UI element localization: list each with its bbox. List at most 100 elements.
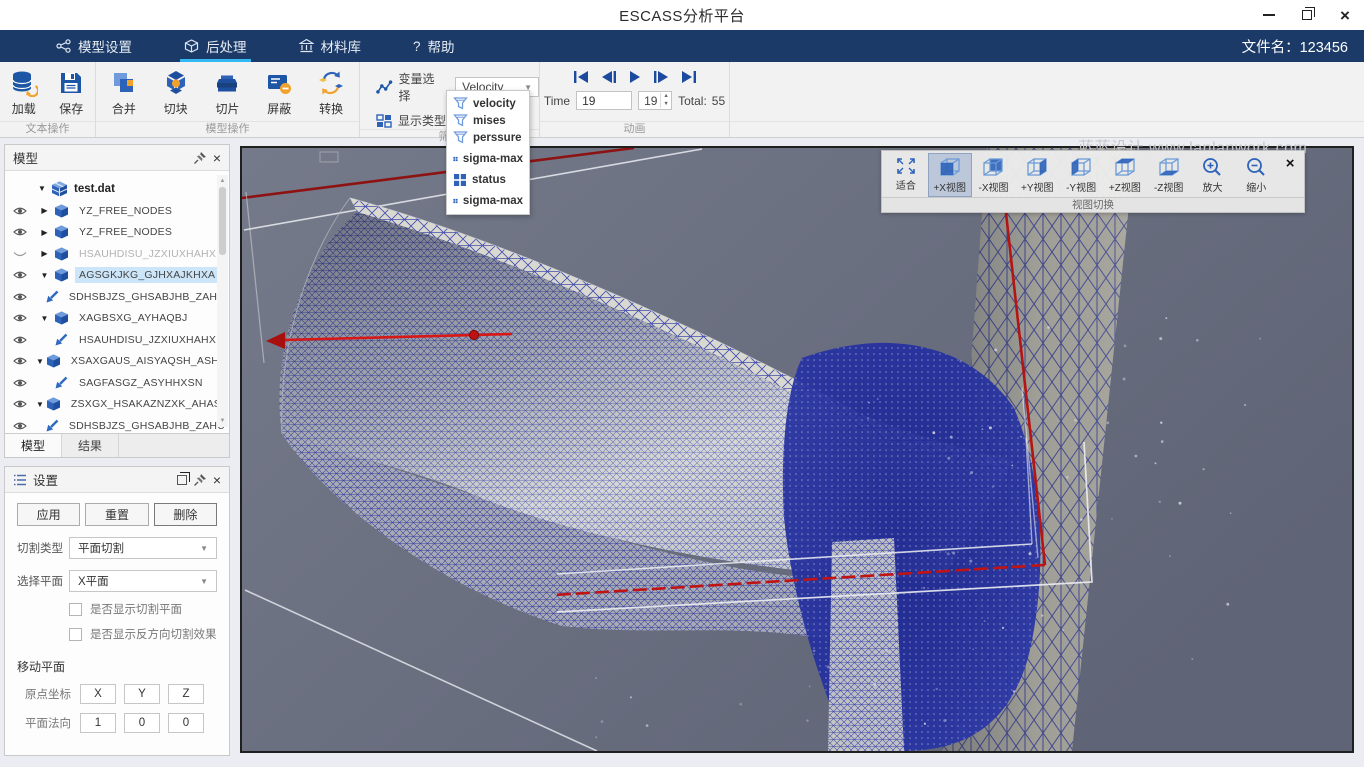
delete-button[interactable]: 删除	[154, 503, 217, 526]
mask-button[interactable]: 屏蔽	[255, 69, 303, 117]
view-minus-x-button[interactable]: -X视图	[972, 153, 1016, 197]
model-panel-close-button[interactable]: ×	[213, 151, 221, 165]
expander-icon[interactable]: ▼	[38, 314, 51, 323]
tree-item[interactable]: ▶ YZ_FREE_NODES	[5, 200, 229, 222]
tree-item-label[interactable]: AGSGKJKG_GJHXAJKHXA	[75, 267, 219, 283]
tree-item-label[interactable]: HSAUHDISU_JZXIUXHAHX	[75, 332, 220, 348]
view-plus-x-button[interactable]: +X视图	[928, 153, 972, 197]
eye-icon[interactable]	[13, 227, 29, 237]
dropdown-option-sigma-max-2[interactable]: sigma-max	[447, 192, 529, 210]
zoom-out-button[interactable]: 缩小	[1234, 153, 1278, 197]
pin-button[interactable]	[193, 473, 207, 487]
first-frame-button[interactable]	[573, 70, 589, 84]
last-frame-button[interactable]	[681, 70, 697, 84]
restore-button[interactable]	[1296, 4, 1318, 26]
show-reverse-cut-checkbox-row[interactable]: 是否显示反方向切割效果	[69, 626, 221, 642]
tree-item-label[interactable]: XSAXGAUS_AISYAQSH_ASHX	[67, 353, 229, 369]
tree-root-label[interactable]: test.dat	[74, 183, 115, 195]
menu-item-material-library[interactable]: 材料库	[273, 30, 388, 62]
zoom-in-button[interactable]: 放大	[1191, 153, 1235, 197]
convert-button[interactable]: 转换	[307, 69, 355, 117]
origin-z-input[interactable]	[168, 684, 204, 704]
dropdown-option-sigma-max[interactable]: sigma-max	[447, 150, 529, 168]
frame-spinner[interactable]: 19 ▲ ▼	[638, 91, 672, 110]
view-toolbar-close-button[interactable]: ×	[1278, 153, 1302, 197]
previous-frame-button[interactable]	[601, 70, 617, 84]
viewport-3d[interactable]	[240, 146, 1354, 753]
view-fit-button[interactable]: 适合	[884, 153, 928, 197]
normal-z-input[interactable]	[168, 713, 204, 733]
tree-item[interactable]: SDHSBJZS_GHSABJHB_ZAHU	[5, 415, 229, 433]
select-plane-select[interactable]: X平面 ▼	[69, 570, 217, 592]
cut-type-select[interactable]: 平面切割 ▼	[69, 537, 217, 559]
save-button[interactable]: 保存	[48, 69, 96, 117]
load-button[interactable]: 加载	[0, 69, 48, 117]
eye-icon[interactable]	[13, 206, 29, 216]
expander-icon[interactable]: ▶	[38, 249, 51, 258]
spinner-up-icon[interactable]: ▲	[663, 93, 668, 101]
menu-item-model-settings[interactable]: 模型设置	[30, 30, 158, 62]
expander-icon[interactable]: ▶	[38, 206, 51, 215]
play-button[interactable]	[629, 70, 641, 84]
tree-item[interactable]: ▶ YZ_FREE_NODES	[5, 222, 229, 244]
merge-button[interactable]: 合并	[100, 69, 148, 117]
spinner-down-icon[interactable]: ▼	[663, 101, 668, 109]
tree-item[interactable]: ▼ XAGBSXG_AYHAQBJ	[5, 308, 229, 330]
checkbox[interactable]	[69, 628, 82, 641]
eye-icon[interactable]	[13, 335, 29, 345]
tree-item-label[interactable]: SDHSBJZS_GHSABJHB_ZAHU	[65, 418, 229, 433]
time-input[interactable]	[576, 91, 632, 110]
minimize-button[interactable]	[1258, 4, 1280, 26]
tree-item-label[interactable]: XAGBSXG_AYHAQBJ	[75, 310, 191, 326]
tree-item-label[interactable]: SDHSBJZS_GHSABJHB_ZAHU	[65, 289, 229, 305]
dropdown-option-perssure[interactable]: perssure	[447, 129, 529, 146]
tree-item[interactable]: ▼ XSAXGAUS_AISYAQSH_ASHX	[5, 351, 229, 373]
view-minus-y-button[interactable]: -Y视图	[1059, 153, 1103, 197]
checkbox[interactable]	[69, 603, 82, 616]
apply-button[interactable]: 应用	[17, 503, 80, 526]
restore-panel-button[interactable]	[177, 475, 187, 485]
eye-icon[interactable]	[13, 421, 27, 431]
tree-item[interactable]: HSAUHDISU_JZXIUXHAHX	[5, 329, 229, 351]
eye-closed-icon[interactable]	[13, 249, 29, 259]
origin-x-input[interactable]	[80, 684, 116, 704]
settings-panel-close-button[interactable]: ×	[213, 473, 221, 487]
tab-results[interactable]: 结果	[62, 434, 119, 457]
eye-icon[interactable]	[13, 292, 27, 302]
dropdown-option-velocity[interactable]: velocity	[447, 95, 529, 112]
view-plus-z-button[interactable]: +Z视图	[1103, 153, 1147, 197]
eye-icon[interactable]	[13, 270, 29, 280]
normal-y-input[interactable]	[124, 713, 160, 733]
cut-block-button[interactable]: 切块	[152, 69, 200, 117]
tree-root[interactable]: ▼ test.dat	[5, 177, 229, 200]
next-frame-button[interactable]	[653, 70, 669, 84]
eye-icon[interactable]	[13, 399, 27, 409]
view-minus-z-button[interactable]: -Z视图	[1147, 153, 1191, 197]
close-button[interactable]: ×	[1334, 4, 1356, 26]
expander-icon[interactable]: ▼	[38, 271, 51, 280]
eye-icon[interactable]	[13, 378, 29, 388]
slice-button[interactable]: 切片	[203, 69, 251, 117]
show-cut-plane-checkbox-row[interactable]: 是否显示切割平面	[69, 601, 221, 617]
pin-button[interactable]	[193, 151, 207, 165]
display-type-label[interactable]: 显示类型	[398, 112, 446, 129]
menu-item-post-processing[interactable]: 后处理	[158, 30, 273, 62]
dropdown-option-mises[interactable]: mises	[447, 112, 529, 129]
tree-item[interactable]: ▶ HSAUHDISU_JZXIUXHAHX	[5, 243, 229, 265]
tree-item[interactable]: SDHSBJZS_GHSABJHB_ZAHU	[5, 286, 229, 308]
scrollbar-thumb[interactable]	[219, 187, 226, 255]
eye-icon[interactable]	[13, 313, 29, 323]
tree-item-label[interactable]: SAGFASGZ_ASYHHXSN	[75, 375, 207, 391]
dropdown-option-status[interactable]: status	[447, 171, 529, 189]
expander-icon[interactable]: ▼	[36, 400, 44, 409]
tab-model[interactable]: 模型	[5, 434, 62, 457]
tree-item[interactable]: SAGFASGZ_ASYHHXSN	[5, 372, 229, 394]
scroll-down-icon[interactable]: ▼	[220, 415, 226, 427]
expander-icon[interactable]: ▶	[38, 228, 51, 237]
menu-item-help[interactable]: ? 帮助	[387, 30, 481, 62]
origin-y-input[interactable]	[124, 684, 160, 704]
scroll-up-icon[interactable]: ▲	[220, 175, 226, 187]
reset-button[interactable]: 重置	[85, 503, 148, 526]
tree-item-label[interactable]: YZ_FREE_NODES	[75, 203, 176, 219]
tree-item-selected[interactable]: ▼ AGSGKJKG_GJHXAJKHXA	[5, 265, 229, 287]
